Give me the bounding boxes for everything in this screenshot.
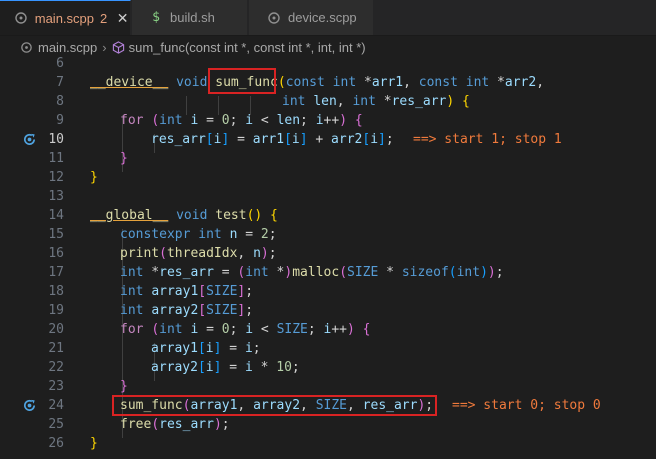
- cpp-file-icon: [266, 10, 282, 26]
- code-text: int *res_arr = (int *)malloc(SIZE * size…: [120, 265, 504, 280]
- line-number: 20: [48, 322, 64, 337]
- line-number: 15: [48, 227, 64, 242]
- code-text: for (int i = 0; i < len; i++) {: [120, 113, 363, 128]
- code-text: sum_func(array1, array2, SIZE, res_arr);: [120, 398, 434, 413]
- line-number: 23: [48, 379, 64, 394]
- line-number: 22: [48, 360, 64, 375]
- problem-count-badge: 2: [100, 10, 108, 26]
- cpp-file-icon: [14, 10, 29, 26]
- line-number: 10: [48, 132, 64, 147]
- code-text: for (int i = 0; i < SIZE; i++) {: [120, 322, 371, 337]
- code-text: }: [120, 151, 128, 166]
- line-number: 18: [48, 284, 64, 299]
- code-line: 21 array1[i] = i;: [0, 339, 656, 358]
- code-line: 17 int *res_arr = (int *)malloc(SIZE * s…: [0, 263, 656, 282]
- line-number: 21: [48, 341, 64, 356]
- code-line: 16 print(threadIdx, n);: [0, 244, 656, 263]
- line-number: 8: [56, 94, 64, 109]
- code-line: 7 __device__ void sum_func(const int *ar…: [0, 73, 656, 92]
- code-line: 9 for (int i = 0; i < len; i++) {: [0, 111, 656, 130]
- code-text: int array2[SIZE];: [120, 303, 254, 318]
- line-number: 17: [48, 265, 64, 280]
- line-number: 16: [48, 246, 64, 261]
- code-text: __device__ void sum_func(const int *arr1…: [90, 75, 545, 90]
- tab-label: main.scpp: [34, 10, 94, 26]
- code-line: 8 int len, int *res_arr) {: [0, 92, 656, 111]
- code-line: 13: [0, 187, 656, 206]
- shell-dollar-icon: $: [152, 10, 160, 25]
- code-line: 24 sum_func(array1, array2, SIZE, res_ar…: [0, 396, 656, 415]
- line-number: 12: [48, 170, 64, 185]
- code-text: print(threadIdx, n);: [120, 246, 277, 261]
- line-number: 9: [56, 113, 64, 128]
- code-line: 18 int array1[SIZE];: [0, 282, 656, 301]
- line-number: 19: [48, 303, 64, 318]
- code-text: int array1[SIZE];: [120, 284, 254, 299]
- tab-main-scpp[interactable]: main.scpp 2 ✕: [0, 0, 131, 35]
- tab-build-sh[interactable]: $ build.sh: [132, 0, 248, 35]
- cpp-file-icon: [20, 41, 33, 54]
- inline-annotation: ==> start 0; stop 0: [452, 398, 601, 413]
- tab-label: build.sh: [170, 10, 215, 25]
- code-line: 26 }: [0, 434, 656, 453]
- tab-label: device.scpp: [288, 10, 357, 25]
- code-text: }: [90, 436, 98, 451]
- line-number: 26: [48, 436, 64, 451]
- tab-bar: main.scpp 2 ✕ $ build.sh device.scpp: [0, 0, 656, 36]
- code-text: __global__ void test() {: [90, 208, 278, 223]
- code-text: free(res_arr);: [120, 417, 230, 432]
- line-number: 6: [56, 56, 64, 71]
- code-line: 14 __global__ void test() {: [0, 206, 656, 225]
- breadcrumb-file[interactable]: main.scpp: [38, 40, 97, 55]
- code-text: int len, int *res_arr) {: [282, 94, 470, 109]
- code-line: 20 for (int i = 0; i < SIZE; i++) {: [0, 320, 656, 339]
- code-line: 19 int array2[SIZE];: [0, 301, 656, 320]
- line-number: 7: [56, 75, 64, 90]
- code-line: 25 free(res_arr);: [0, 415, 656, 434]
- chevron-right-icon: ›: [102, 39, 107, 55]
- code-text: array1[i] = i;: [151, 341, 261, 356]
- code-text: array2[i] = i * 10;: [151, 360, 300, 375]
- code-text: }: [90, 170, 98, 185]
- code-text: }: [120, 379, 128, 394]
- code-text: constexpr int n = 2;: [120, 227, 277, 242]
- line-number: 13: [48, 189, 64, 204]
- code-editor[interactable]: 6 7 __device__ void sum_func(const int *…: [0, 56, 656, 459]
- line-number: 25: [48, 417, 64, 432]
- cube-method-icon: [112, 40, 125, 54]
- code-line: 23 }: [0, 377, 656, 396]
- tab-device-scpp[interactable]: device.scpp: [249, 0, 374, 35]
- code-line: 10 res_arr[i] = arr1[i] + arr2[i]; ==> s…: [0, 130, 656, 149]
- line-number: 24: [48, 398, 64, 413]
- code-line: 15 constexpr int n = 2;: [0, 225, 656, 244]
- code-line: 6: [0, 54, 656, 73]
- breadcrumb-symbol[interactable]: sum_func(const int *, const int *, int, …: [129, 40, 366, 55]
- close-icon[interactable]: ✕: [115, 10, 130, 27]
- code-line: 11 }: [0, 149, 656, 168]
- code-line: 22 array2[i] = i * 10;: [0, 358, 656, 377]
- line-number: 14: [48, 208, 64, 223]
- inline-annotation: ==> start 1; stop 1: [413, 132, 562, 147]
- code-line: 12 }: [0, 168, 656, 187]
- code-text: res_arr[i] = arr1[i] + arr2[i];: [151, 132, 394, 147]
- line-number: 11: [48, 151, 64, 166]
